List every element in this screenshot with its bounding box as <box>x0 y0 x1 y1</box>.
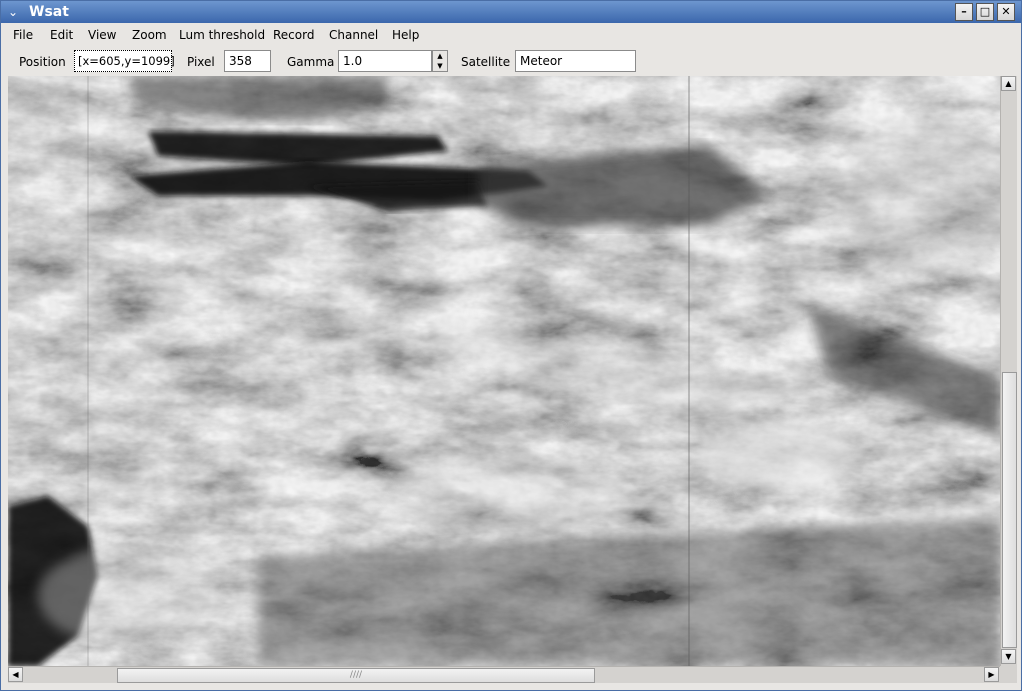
horizontal-scrollbar[interactable]: ◀ //// ▶ <box>8 666 1000 683</box>
satellite-field[interactable]: Meteor <box>515 50 636 72</box>
menu-zoom[interactable]: Zoom <box>132 28 167 42</box>
scroll-down-icon[interactable]: ▼ <box>1001 649 1016 664</box>
menu-help[interactable]: Help <box>392 28 419 42</box>
toolbar: Position [x=605,y=1099] Pixel 358 Gamma … <box>1 47 1021 75</box>
scroll-up-icon[interactable]: ▲ <box>1001 76 1016 91</box>
maximize-icon[interactable]: □ <box>976 3 994 21</box>
gamma-field[interactable]: 1.0 <box>338 50 432 72</box>
scroll-grip-icon: //// <box>349 670 363 680</box>
satellite-image-view[interactable] <box>8 76 1000 666</box>
vertical-scroll-thumb[interactable] <box>1002 372 1017 648</box>
menu-channel[interactable]: Channel <box>329 28 378 42</box>
satellite-label: Satellite <box>461 55 511 69</box>
position-label: Position <box>19 55 66 69</box>
pixel-label: Pixel <box>187 55 215 69</box>
horizontal-scroll-thumb[interactable]: //// <box>117 668 595 683</box>
menu-lum-threshold[interactable]: Lum threshold <box>179 28 265 42</box>
pixel-field[interactable]: 358 <box>224 50 271 72</box>
menu-bar: File Edit View Zoom Lum threshold Record… <box>1 24 1021 46</box>
window-title: Wsat <box>29 4 69 20</box>
spin-up-icon[interactable]: ▲ <box>433 51 447 61</box>
title-bar[interactable]: ⌄ Wsat – □ ✕ <box>1 1 1021 23</box>
satellite-image <box>8 76 1000 666</box>
gamma-stepper[interactable]: ▲ ▼ <box>432 50 448 72</box>
vertical-scrollbar[interactable]: ▲ ▼ <box>1000 76 1017 666</box>
chevron-down-icon[interactable]: ⌄ <box>4 3 22 21</box>
menu-file[interactable]: File <box>13 28 33 42</box>
app-window: ⌄ Wsat – □ ✕ File Edit View Zoom Lum thr… <box>0 0 1022 691</box>
menu-edit[interactable]: Edit <box>50 28 73 42</box>
scroll-right-icon[interactable]: ▶ <box>984 667 999 682</box>
close-icon[interactable]: ✕ <box>997 3 1015 21</box>
scroll-corner <box>1000 666 1017 683</box>
menu-view[interactable]: View <box>88 28 116 42</box>
spin-down-icon[interactable]: ▼ <box>433 61 447 71</box>
minimize-icon[interactable]: – <box>955 3 973 21</box>
gamma-label: Gamma <box>287 55 335 69</box>
menu-record[interactable]: Record <box>273 28 314 42</box>
scroll-left-icon[interactable]: ◀ <box>8 667 23 682</box>
position-field[interactable]: [x=605,y=1099] <box>74 50 175 72</box>
